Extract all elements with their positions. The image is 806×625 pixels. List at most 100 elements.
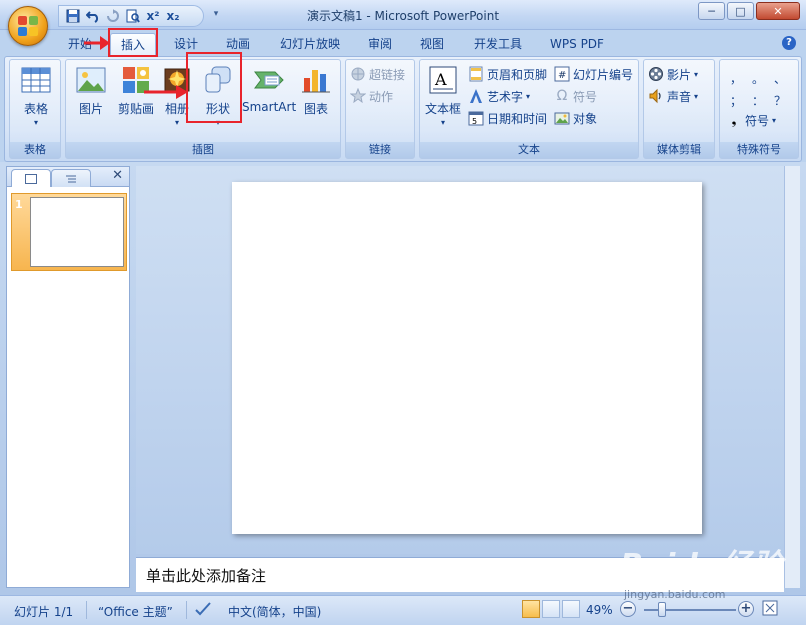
tab-view[interactable]: 视图: [414, 33, 450, 55]
header-footer-button-label: 页眉和页脚: [487, 67, 548, 82]
smartart-button-label: SmartArt: [242, 100, 297, 114]
header-footer-button[interactable]: 页眉和页脚: [468, 64, 547, 84]
highlight-box-shapes: [186, 52, 242, 123]
hyperlink-button[interactable]: 超链接: [350, 64, 405, 84]
slideshow-view-button[interactable]: [562, 600, 580, 618]
clipart-button-label: 剪贴画: [117, 102, 154, 116]
slides-panel: ✕ 1: [6, 166, 130, 588]
datetime-button-label: 日期和时间: [487, 111, 548, 126]
status-slide-info: 幻灯片 1/1: [14, 605, 74, 619]
chevron-down-icon: ▾: [33, 118, 38, 127]
slide-canvas[interactable]: [232, 182, 702, 534]
film-reel-icon: [648, 66, 664, 82]
speaker-icon: [648, 88, 664, 104]
action-button[interactable]: 动作: [349, 86, 394, 106]
chevron-down-icon: ▾: [526, 91, 531, 101]
window-title: 演示文稿1 - Microsoft PowerPoint: [306, 9, 500, 23]
group-text: A 文本框 ▾ 页眉和页脚 艺术字 ▾ 5 日期和时间 # 幻灯片编号 Ω 符号: [419, 59, 639, 159]
group-label-media: 媒体剪辑: [644, 142, 714, 158]
arrow-icon: [84, 36, 110, 50]
sound-button[interactable]: 声音 ▾: [648, 86, 698, 106]
office-logo-icon: [18, 16, 38, 36]
zoom-in-button[interactable]: +: [738, 601, 754, 617]
slide-sorter-view-button[interactable]: [542, 600, 560, 618]
special-symbol-button-label: 符号: [745, 113, 770, 128]
slide-thumbnail-number: 1: [15, 198, 23, 211]
maximize-button[interactable]: □: [727, 2, 754, 20]
wordart-button-label: 艺术字: [487, 89, 524, 104]
symbol-dunhao-button[interactable]: 、: [770, 68, 790, 88]
slide-number-button-label: 幻灯片编号: [573, 67, 634, 82]
datetime-button[interactable]: 5 日期和时间: [468, 108, 547, 128]
symbol-button[interactable]: Ω 符号: [554, 86, 597, 106]
highlight-box-insert-tab: [108, 28, 158, 57]
tab-review[interactable]: 审阅: [362, 33, 398, 55]
omega-icon: Ω: [556, 88, 568, 104]
vertical-scrollbar[interactable]: [784, 166, 800, 588]
textbox-button-label: 文本框: [424, 102, 461, 116]
close-panel-icon[interactable]: ✕: [112, 168, 123, 183]
chart-button-label: 图表: [303, 102, 328, 116]
action-button-label: 动作: [369, 89, 394, 104]
watermark-url: jingyan.baidu.com: [624, 588, 726, 601]
slide-number-icon: #: [554, 66, 570, 82]
tab-outline[interactable]: [51, 169, 91, 187]
picture-icon: [75, 64, 107, 96]
group-label-special-symbols: 特殊符号: [720, 142, 798, 158]
symbol-question-button[interactable]: ？: [770, 90, 790, 110]
minimize-button[interactable]: ─: [698, 2, 725, 20]
fit-to-window-icon[interactable]: [762, 600, 778, 619]
object-icon: [554, 110, 570, 126]
symbol-semicolon-button[interactable]: ；: [726, 90, 746, 110]
zoom-level[interactable]: 49%: [586, 603, 613, 617]
chart-button[interactable]: 图表: [294, 64, 338, 117]
textbox-button[interactable]: A 文本框 ▾: [420, 64, 466, 127]
status-language[interactable]: 中文(简体，中国): [228, 603, 321, 620]
movie-button[interactable]: 影片 ▾: [648, 64, 698, 84]
slides-panel-tabs: ✕: [7, 167, 129, 187]
header-footer-icon: [468, 66, 484, 82]
symbol-button-label: 符号: [573, 89, 598, 104]
smartart-icon: [253, 64, 285, 96]
chevron-down-icon: ▾: [694, 69, 699, 79]
normal-view-button[interactable]: [522, 600, 540, 618]
tab-developer[interactable]: 开发工具: [468, 33, 528, 55]
chevron-down-icon: ▾: [772, 115, 777, 125]
group-table: 表格 ▾ 表格: [9, 59, 61, 159]
group-label-links: 链接: [346, 142, 414, 158]
status-separator: [86, 601, 87, 619]
table-button[interactable]: 表格 ▾: [11, 64, 61, 127]
ribbon: 表格 ▾ 表格 图片 剪贴画 相册 ▾ 形状 ▾ SmartArt 图表 插图 …: [4, 56, 802, 162]
tab-slideshow[interactable]: 幻灯片放映: [274, 33, 346, 55]
svg-text:#: #: [558, 70, 566, 81]
svg-text:5: 5: [472, 117, 477, 126]
zoom-slider-thumb[interactable]: [658, 602, 666, 617]
slide-number-button[interactable]: # 幻灯片编号: [554, 64, 633, 84]
status-theme: “Office 主题”: [98, 605, 173, 619]
symbol-colon-button[interactable]: ：: [748, 90, 768, 110]
watermark-logo: Baidu经验: [620, 548, 784, 583]
outline-icon: [66, 175, 76, 182]
group-label-text: 文本: [420, 142, 638, 158]
special-symbol-button[interactable]: ❟ 符号 ▾: [726, 110, 776, 130]
picture-button[interactable]: 图片: [68, 64, 114, 117]
chevron-down-icon: ▾: [440, 118, 445, 127]
wordart-icon: [468, 88, 484, 104]
object-button[interactable]: 对象: [554, 108, 597, 128]
tab-wps-pdf[interactable]: WPS PDF: [544, 33, 610, 55]
zoom-out-button[interactable]: −: [620, 601, 636, 617]
spell-check-icon[interactable]: [194, 601, 212, 620]
help-icon[interactable]: ?: [782, 36, 796, 50]
close-button[interactable]: ✕: [756, 2, 800, 20]
symbol-period-button[interactable]: 。: [748, 68, 768, 88]
smartart-button[interactable]: SmartArt: [242, 64, 296, 114]
tab-slides[interactable]: [11, 169, 51, 187]
slide-thumbnail-1[interactable]: 1: [11, 193, 127, 271]
group-label-illustrations: 插图: [66, 142, 340, 158]
symbol-comma-button[interactable]: ，: [726, 68, 746, 88]
slide-thumbnail-preview: [30, 197, 124, 267]
office-button[interactable]: [8, 6, 48, 46]
wordart-button[interactable]: 艺术字 ▾: [468, 86, 530, 106]
notes-placeholder: 单击此处添加备注: [146, 567, 267, 585]
table-icon: [20, 64, 52, 96]
